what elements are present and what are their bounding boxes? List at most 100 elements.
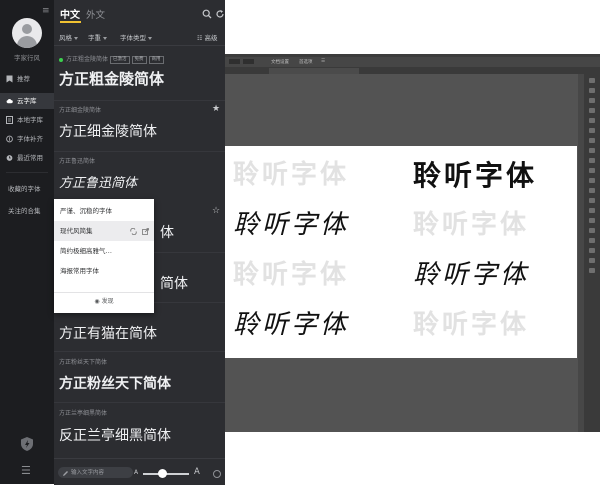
sidebar-item-label: 云字库: [17, 97, 37, 105]
toolbar-dropdown[interactable]: [243, 59, 254, 64]
tab-chinese[interactable]: 中文: [60, 6, 80, 21]
panel-icon[interactable]: [589, 218, 595, 223]
hamburger-menu-icon[interactable]: ☰: [21, 464, 31, 477]
star-icon[interactable]: ☆: [212, 206, 220, 216]
popup-item[interactable]: 海报常用字体: [54, 261, 154, 281]
panel-icon[interactable]: [589, 88, 595, 93]
divider: [54, 45, 225, 46]
font-preview: 方正有猫在简体: [59, 326, 157, 342]
chevron-down-icon: [148, 36, 152, 40]
panel-icon[interactable]: [589, 98, 595, 103]
canvas-text[interactable]: 聆听字体: [233, 304, 349, 341]
canvas-text[interactable]: 聆听字体: [233, 254, 349, 291]
canvas-text[interactable]: 聆听字体: [413, 304, 529, 341]
preferences-button[interactable]: 首选项: [299, 59, 313, 65]
sidebar-item-recent[interactable]: 最近常用: [0, 150, 54, 166]
panel-icon[interactable]: [589, 198, 595, 203]
canvas-text[interactable]: 聆听字体: [413, 204, 529, 241]
panel-icon[interactable]: [589, 138, 595, 143]
popup-item[interactable]: 严谨、沉稳的字体: [54, 201, 154, 221]
filter-weight[interactable]: 字重: [88, 32, 107, 42]
popup-item-label: 简约极细高雅气…: [60, 247, 112, 255]
discover-icon: ◉: [94, 298, 100, 305]
installed-status-icon: [59, 57, 63, 62]
panel-icon[interactable]: [589, 188, 595, 193]
pen-icon: [63, 471, 68, 476]
filter-label: 高级: [204, 34, 218, 42]
collection-popup: 严谨、沉稳的字体 现代风简集 简约极细高雅气… 海报常用字体 ◉ 发现: [54, 199, 154, 313]
panel-icon[interactable]: [589, 238, 595, 243]
panel-icon[interactable]: [589, 128, 595, 133]
font-tag: 免费: [131, 55, 147, 64]
sidebar-item-font-complete[interactable]: 字体补齐: [0, 131, 54, 147]
font-list-item[interactable]: 方正粉丝天下简体 方正粉丝天下简体: [54, 352, 225, 402]
font-name: 方正细金陵简体: [59, 107, 102, 114]
canvas-text[interactable]: 聆听字体: [233, 154, 349, 191]
panel-icon[interactable]: [589, 158, 595, 163]
filter-style[interactable]: 风格: [59, 32, 78, 42]
popup-item[interactable]: 简约极细高雅气…: [54, 241, 154, 261]
panel-icon[interactable]: [589, 148, 595, 153]
sidebar-item-label: 收藏的字体: [8, 185, 41, 193]
advanced-filter-icon: ☷: [197, 35, 203, 42]
sidebar-divider: [6, 172, 48, 173]
panel-icon[interactable]: [589, 118, 595, 123]
font-name: 方正鲁迅简体: [59, 158, 96, 165]
preview-text-input[interactable]: [58, 467, 133, 478]
font-list-item[interactable]: 方正兰亭细黑简体 反正兰亭细黑简体: [54, 403, 225, 457]
panel-icon[interactable]: [589, 208, 595, 213]
panel-icon[interactable]: [589, 178, 595, 183]
popup-item-selected[interactable]: 现代风简集: [54, 221, 154, 241]
font-name: 方正粗金陵简体 已激活 免费 商用: [59, 54, 164, 64]
toolbar-dropdown[interactable]: [229, 59, 240, 64]
font-preview: 体: [160, 225, 174, 241]
feedback-icon[interactable]: [213, 470, 221, 478]
filter-label: 字重: [88, 34, 101, 42]
avatar[interactable]: [12, 18, 42, 48]
document-setup-button[interactable]: 文档设置: [271, 59, 289, 65]
avatar-body: [17, 36, 37, 48]
sidebar-item-label: 最近常用: [17, 154, 43, 162]
font-list-item[interactable]: 方正粗金陵简体 已激活 免费 商用 方正粗金陵简体: [54, 52, 225, 100]
panel-icon[interactable]: [589, 168, 595, 173]
sidebar-item-collections[interactable]: 关注的合集: [0, 203, 54, 219]
sidebar-item-recommend[interactable]: 推荐: [0, 71, 54, 87]
filter-label: 风格: [59, 34, 72, 42]
filter-label: 字体类型: [120, 34, 146, 42]
artboard[interactable]: 聆听字体 聆听字体 聆听字体 聆听字体 聆听字体 聆听字体 聆听字体 聆听字体: [225, 146, 577, 358]
font-preview: 方正鲁迅简体: [59, 176, 138, 191]
panel-icon[interactable]: [589, 228, 595, 233]
filter-font-type[interactable]: 字体类型: [120, 32, 152, 42]
discover-button[interactable]: ◉ 发现: [54, 296, 154, 305]
filter-advanced[interactable]: ☷ 高级: [197, 32, 217, 42]
refresh-icon[interactable]: [215, 9, 225, 19]
font-list-item[interactable]: 方正鲁迅简体 方正鲁迅简体: [54, 152, 225, 200]
font-size-small-label: A: [134, 469, 139, 476]
popup-item-label: 现代风简集: [60, 227, 93, 235]
canvas-text[interactable]: 聆听字体: [233, 204, 349, 241]
sidebar-item-favorites[interactable]: 收藏的字体: [0, 181, 54, 197]
canvas-text[interactable]: 聆听字体: [413, 254, 529, 291]
font-list-item[interactable]: 方正细金陵简体 ★ 方正细金陵简体: [54, 101, 225, 151]
font-preview: 方正粗金陵简体: [59, 70, 165, 88]
panel-icon[interactable]: [589, 258, 595, 263]
font-size-slider-thumb[interactable]: [157, 469, 167, 478]
collapse-menu-icon[interactable]: ≡: [42, 6, 50, 16]
panel-dock: [584, 74, 600, 432]
panel-icon[interactable]: [589, 248, 595, 253]
document-tab[interactable]: [269, 68, 359, 74]
link-icon[interactable]: [130, 228, 137, 235]
sidebar-item-local-library[interactable]: 本地字库: [0, 112, 54, 128]
font-tag: 商用: [148, 55, 164, 64]
search-icon[interactable]: [202, 9, 212, 19]
panel-icon[interactable]: [589, 108, 595, 113]
open-external-icon[interactable]: [142, 228, 149, 235]
sidebar-item-cloud-library[interactable]: 云字库: [0, 93, 54, 109]
tab-foreign[interactable]: 外文: [86, 7, 105, 21]
panel-icon[interactable]: [589, 78, 595, 83]
canvas-text[interactable]: 聆听字体: [413, 154, 537, 194]
panel-icon[interactable]: [589, 268, 595, 273]
shield-icon[interactable]: [19, 436, 35, 452]
star-icon[interactable]: ★: [212, 104, 220, 114]
align-icon[interactable]: ☰: [321, 59, 325, 64]
